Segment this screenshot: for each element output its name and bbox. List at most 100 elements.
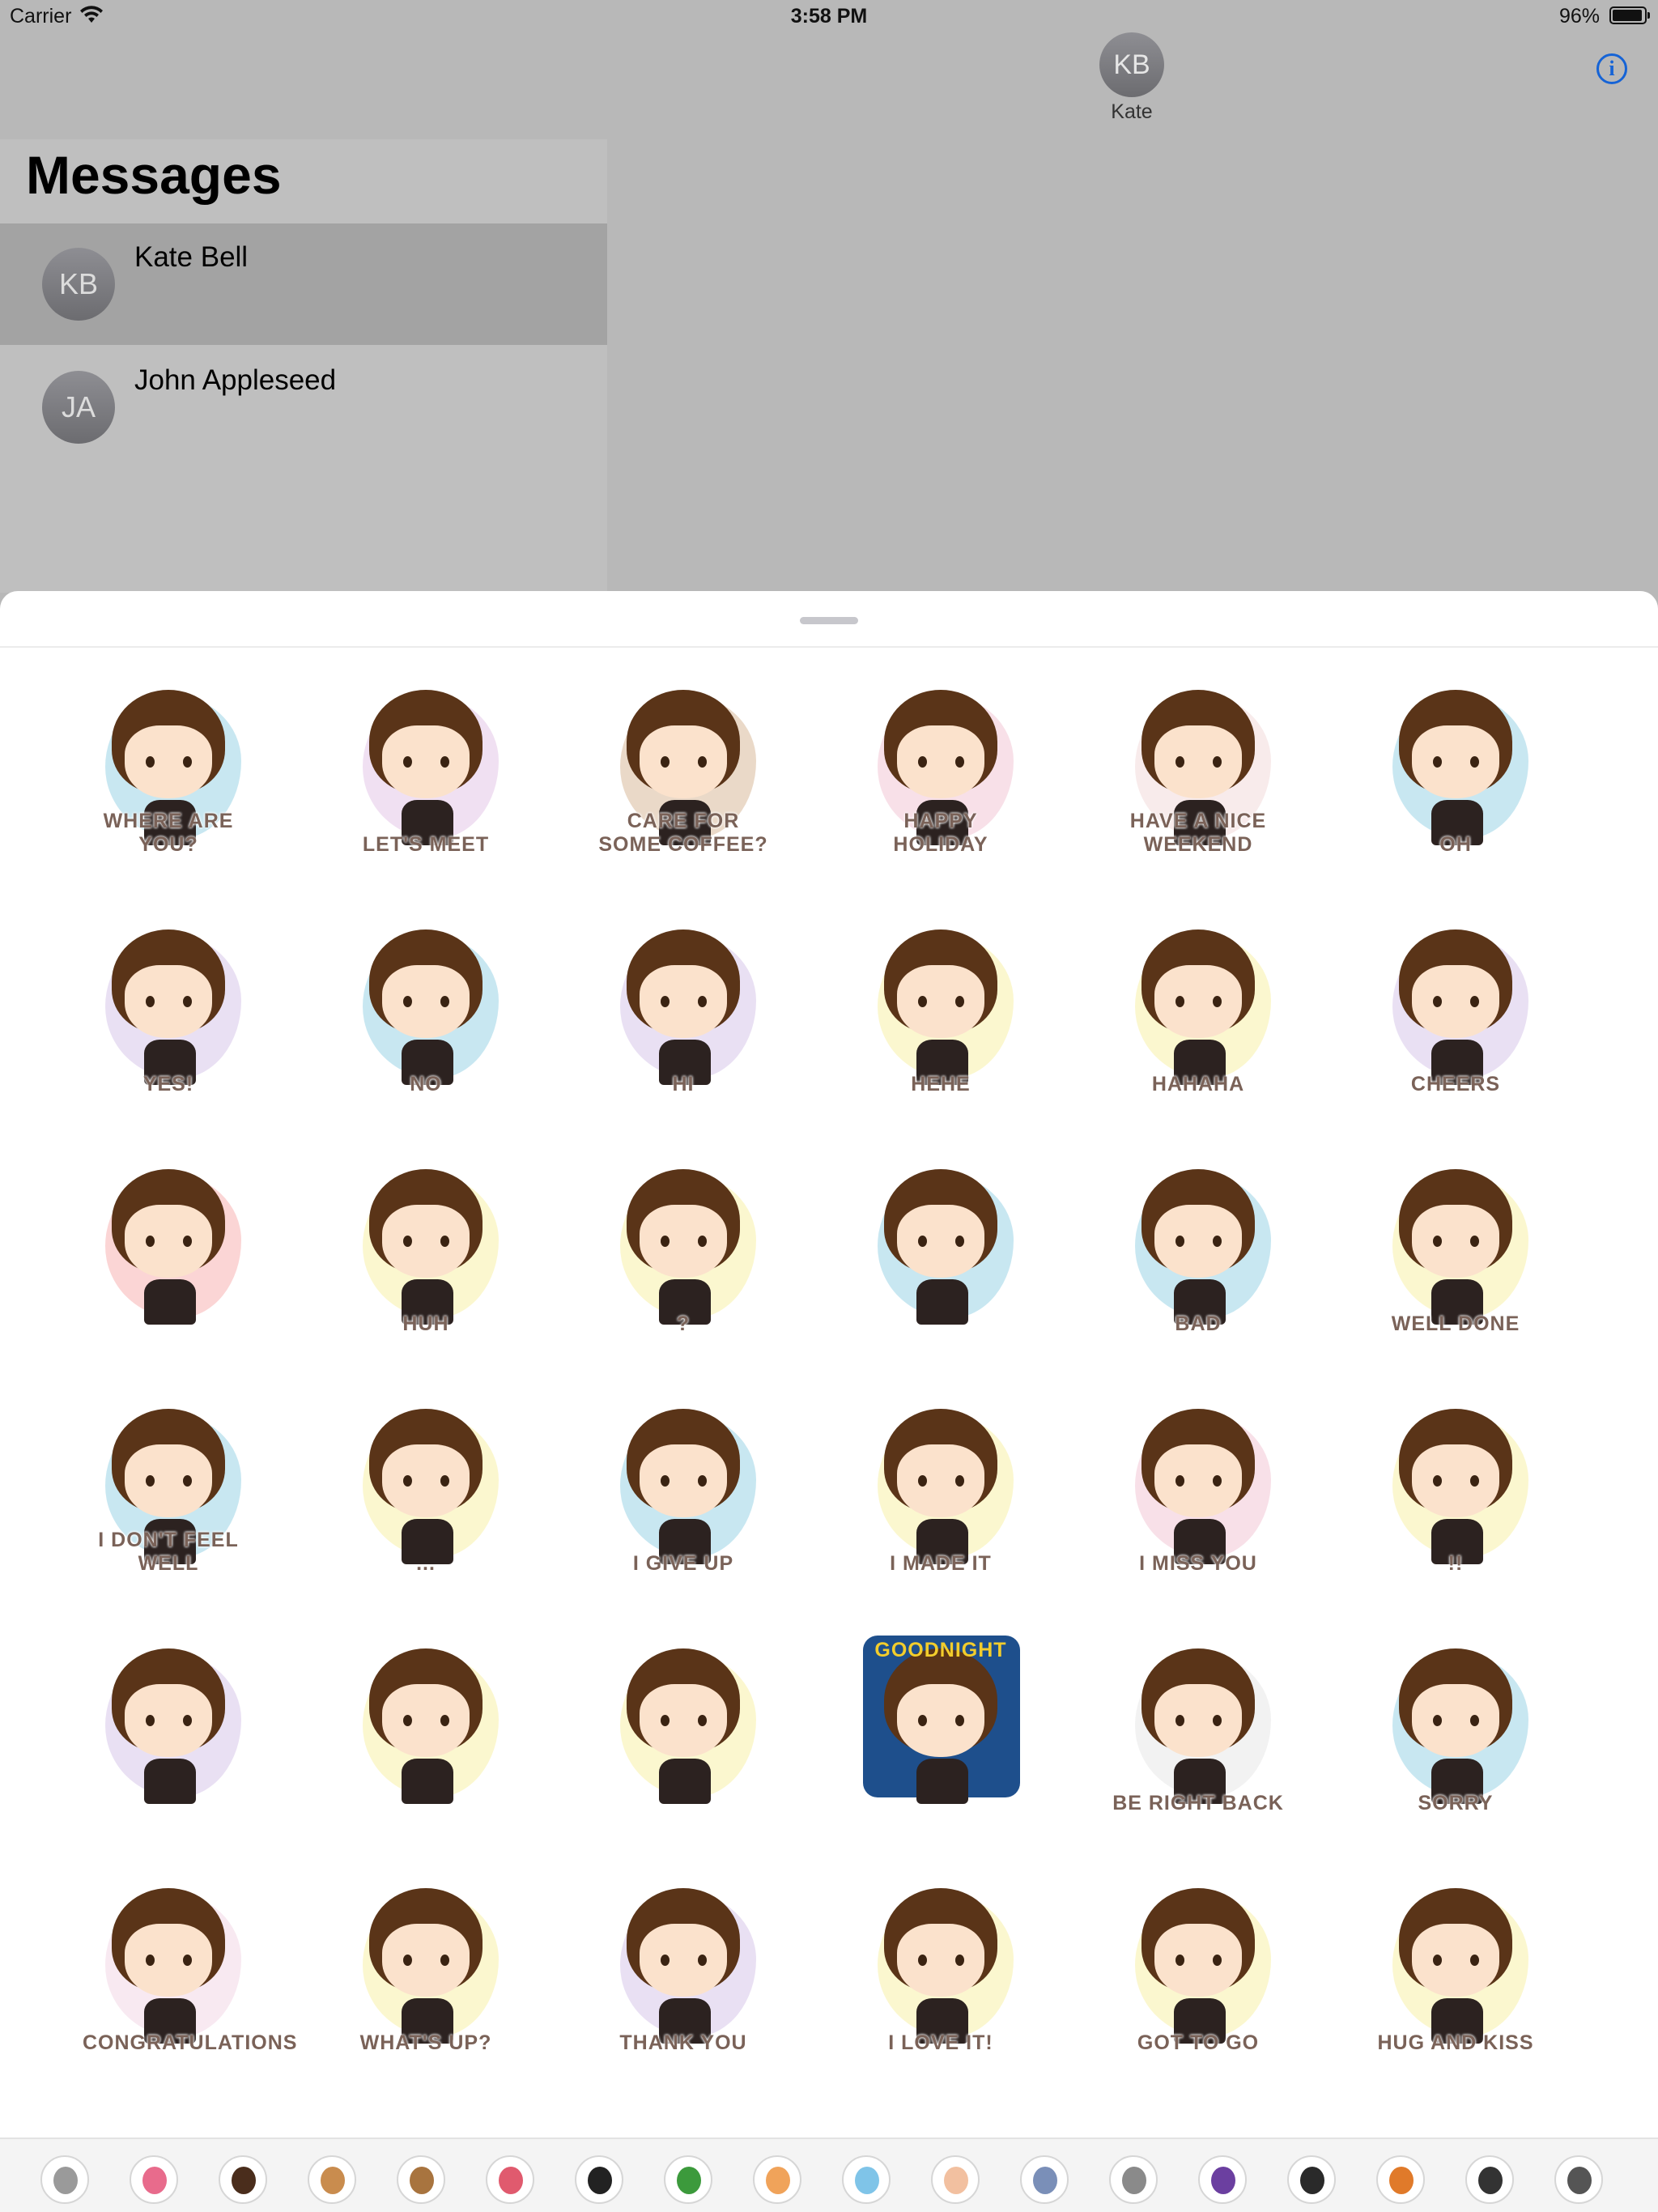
sticker[interactable]: HAPPY HOLIDAY <box>855 672 1027 860</box>
sticker-eye <box>1213 996 1222 1007</box>
sticker[interactable]: I LOVE IT! <box>855 1870 1027 2058</box>
sticker[interactable]: HEHE <box>855 912 1027 1100</box>
sticker[interactable] <box>855 1151 1027 1339</box>
app-icon-13[interactable] <box>1109 2155 1158 2204</box>
sticker[interactable]: I MADE IT <box>855 1391 1027 1579</box>
sticker-caption: I GIVE UP <box>632 1552 734 1575</box>
sticker-eye <box>918 756 927 768</box>
sticker-face <box>897 725 984 798</box>
app-icon-18[interactable] <box>1554 2155 1603 2204</box>
sticker[interactable]: HI <box>597 912 769 1100</box>
app-icon-1[interactable] <box>40 2155 89 2204</box>
sticker[interactable]: OH <box>1370 672 1541 860</box>
app-icon-11[interactable] <box>931 2155 980 2204</box>
sticker[interactable]: BE RIGHT BACK <box>1112 1631 1284 1819</box>
sticker-face <box>640 1684 727 1757</box>
sticker-face <box>125 1205 212 1278</box>
app-icon-glyph <box>232 2167 256 2194</box>
sticker[interactable]: CHEERS <box>1370 912 1541 1100</box>
sticker-eye <box>440 1236 449 1247</box>
sticker-eye <box>1470 996 1479 1007</box>
sticker[interactable]: CONGRATULATIONS <box>83 1870 296 2058</box>
app-icon-5[interactable] <box>397 2155 445 2204</box>
app-icon-7[interactable] <box>575 2155 623 2204</box>
sticker-caption: CARE FOR SOME COFFEE? <box>598 810 768 856</box>
sticker[interactable]: !! <box>1370 1391 1541 1579</box>
sticker[interactable]: GOT TO GO <box>1112 1870 1284 2058</box>
sticker-caption: BAD <box>1175 1312 1222 1335</box>
info-button[interactable]: i <box>1596 53 1627 84</box>
sticker-body <box>402 1759 453 1804</box>
page-title: Messages <box>26 145 282 205</box>
sticker-eye <box>1470 1715 1479 1726</box>
sticker[interactable]: WELL DONE <box>1370 1151 1541 1339</box>
sticker-face <box>897 1684 984 1757</box>
sticker[interactable]: WHAT'S UP? <box>340 1870 512 2058</box>
app-icon-8[interactable] <box>664 2155 712 2204</box>
sticker[interactable]: ... <box>340 1391 512 1579</box>
app-icon-3[interactable] <box>219 2155 267 2204</box>
sticker-caption: I MISS YOU <box>1139 1552 1257 1575</box>
conversation-row-john-appleseed[interactable]: JA John Appleseed <box>0 347 607 468</box>
sticker[interactable]: NO <box>340 912 512 1100</box>
sticker-eye <box>1175 756 1184 768</box>
sticker[interactable] <box>340 1631 512 1819</box>
sticker[interactable]: I MISS YOU <box>1112 1391 1284 1579</box>
sticker[interactable]: HUH <box>340 1151 512 1339</box>
app-icon-16[interactable] <box>1376 2155 1425 2204</box>
sticker[interactable]: THANK YOU <box>597 1870 769 2058</box>
sticker-body <box>659 1759 711 1804</box>
sticker-eye <box>1433 1955 1442 1966</box>
sticker-eye <box>918 996 927 1007</box>
sticker[interactable]: I GIVE UP <box>597 1391 769 1579</box>
sticker[interactable] <box>597 1631 769 1819</box>
app-icon-14[interactable] <box>1198 2155 1247 2204</box>
conversation-name: John Appleseed <box>134 364 337 396</box>
app-icon-12[interactable] <box>1020 2155 1069 2204</box>
sticker-eye <box>183 1475 192 1487</box>
sticker[interactable]: HUG AND KISS <box>1370 1870 1541 2058</box>
sticker[interactable] <box>83 1151 254 1339</box>
sticker[interactable]: BAD <box>1112 1151 1284 1339</box>
sticker[interactable]: HAHAHA <box>1112 912 1284 1100</box>
drawer-grabber[interactable] <box>800 617 858 624</box>
sticker-eye <box>661 1715 670 1726</box>
sticker[interactable]: CARE FOR SOME COFFEE? <box>597 672 769 860</box>
sticker[interactable]: GOODNIGHT <box>855 1631 1027 1819</box>
sticker[interactable]: WHERE ARE YOU? <box>83 672 254 860</box>
sticker-caption: I DON'T FEEL WELL <box>98 1529 239 1575</box>
sticker[interactable]: ? <box>597 1151 769 1339</box>
sticker-caption: HUH <box>402 1312 449 1335</box>
sticker[interactable]: HAVE A NICE WEEKEND <box>1112 672 1284 860</box>
sticker[interactable] <box>83 1631 254 1819</box>
sticker-eye <box>1175 1715 1184 1726</box>
sticker-face <box>1154 725 1242 798</box>
sticker-body <box>916 1759 968 1804</box>
sticker-caption: ? <box>676 1312 691 1335</box>
app-drawer-strip <box>0 2139 1658 2212</box>
sticker-eye <box>146 756 155 768</box>
app-icon-2[interactable] <box>130 2155 178 2204</box>
sticker[interactable]: I DON'T FEEL WELL <box>83 1391 254 1579</box>
sticker-eye <box>1470 756 1479 768</box>
app-icon-4[interactable] <box>308 2155 356 2204</box>
sticker-caption: HAHAHA <box>1151 1073 1245 1095</box>
contact-avatar[interactable]: KB <box>1099 32 1164 97</box>
app-icon-17[interactable] <box>1465 2155 1514 2204</box>
sticker-face <box>125 725 212 798</box>
conversation-row-kate-bell[interactable]: KB Kate Bell <box>0 223 607 345</box>
sticker-eye <box>955 1236 964 1247</box>
app-icon-10[interactable] <box>842 2155 891 2204</box>
sticker[interactable]: SORRY <box>1370 1631 1541 1819</box>
sticker-caption: ... <box>416 1552 436 1575</box>
sticker-face <box>897 965 984 1038</box>
sticker[interactable]: YES! <box>83 912 254 1100</box>
contact-name[interactable]: Kate <box>1051 100 1213 124</box>
app-icon-glyph <box>321 2167 345 2194</box>
sticker-caption: SORRY <box>1418 1792 1494 1814</box>
app-icon-9[interactable] <box>753 2155 801 2204</box>
sticker[interactable]: LET'S MEET <box>340 672 512 860</box>
app-icon-6[interactable] <box>486 2155 534 2204</box>
app-icon-15[interactable] <box>1287 2155 1336 2204</box>
app-icon-glyph <box>1122 2167 1146 2194</box>
